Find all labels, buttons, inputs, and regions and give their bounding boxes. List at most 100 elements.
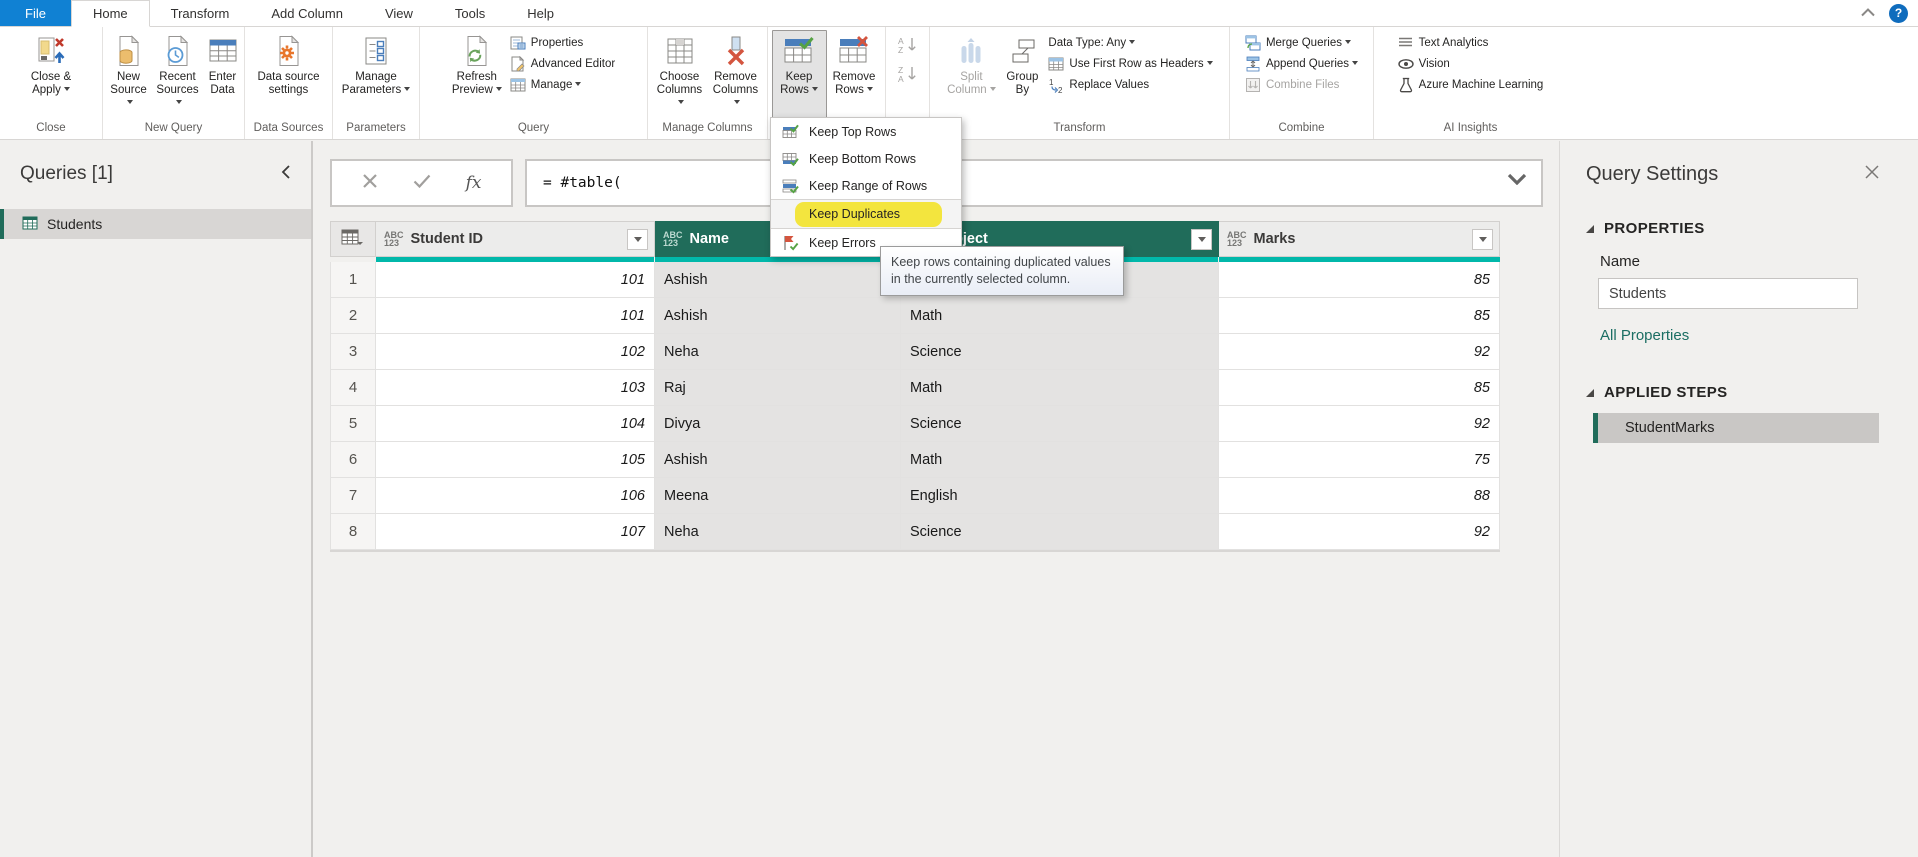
cell-name[interactable]: Ashish	[655, 442, 901, 478]
tab-tools[interactable]: Tools	[434, 0, 506, 26]
query-name-input[interactable]	[1598, 278, 1858, 309]
cell-student-id[interactable]: 102	[376, 334, 655, 370]
cell-subject[interactable]: Science	[901, 406, 1219, 442]
svg-text:Z: Z	[898, 45, 903, 54]
tab-home[interactable]: Home	[71, 0, 150, 27]
replace-values-button[interactable]: 12 Replace Values	[1044, 74, 1216, 95]
cell-name[interactable]: Meena	[655, 478, 901, 514]
menu-item-keep-range-of-rows[interactable]: Keep Range of Rows	[771, 172, 961, 199]
filter-button-marks[interactable]	[1472, 229, 1493, 250]
merge-queries-button[interactable]: Merge Queries	[1241, 32, 1362, 53]
cell-marks[interactable]: 92	[1219, 406, 1500, 442]
row-number[interactable]: 7	[330, 478, 376, 514]
sort-ascending-icon[interactable]: AZ	[897, 36, 919, 59]
cell-subject[interactable]: Math	[901, 298, 1219, 334]
cell-subject[interactable]: English	[901, 478, 1219, 514]
tab-help[interactable]: Help	[506, 0, 575, 26]
cell-student-id[interactable]: 105	[376, 442, 655, 478]
applied-steps-section-header[interactable]: APPLIED STEPS	[1560, 384, 1918, 401]
cell-subject[interactable]: Science	[901, 514, 1219, 550]
tab-add-column[interactable]: Add Column	[250, 0, 364, 26]
row-number[interactable]: 3	[330, 334, 376, 370]
manage-parameters-button[interactable]: Manage Parameters	[337, 30, 415, 118]
cell-marks[interactable]: 85	[1219, 370, 1500, 406]
recent-sources-button[interactable]: Recent Sources	[152, 30, 204, 118]
cell-name[interactable]: Divya	[655, 406, 901, 442]
split-column-button[interactable]: Split Column	[942, 30, 1000, 118]
cell-marks[interactable]: 75	[1219, 442, 1500, 478]
combine-files-button[interactable]: Combine Files	[1241, 74, 1362, 95]
close-panel-icon[interactable]	[1864, 164, 1880, 185]
keep-rows-button[interactable]: Keep Rows	[772, 30, 827, 118]
manage-button[interactable]: Manage	[506, 74, 619, 95]
cell-subject[interactable]: Math	[901, 442, 1219, 478]
choose-columns-button[interactable]: Choose Columns	[652, 30, 708, 118]
filter-button-subject[interactable]	[1191, 229, 1212, 250]
group-by-button[interactable]: Group By	[1000, 30, 1044, 118]
cell-name[interactable]: Ashish	[655, 262, 901, 298]
row-number[interactable]: 8	[330, 514, 376, 550]
cell-marks[interactable]: 85	[1219, 298, 1500, 334]
collapse-ribbon-icon[interactable]	[1861, 4, 1875, 22]
column-header-student-id[interactable]: ABC123 Student ID	[376, 221, 655, 257]
formula-expand-icon[interactable]	[1507, 173, 1527, 189]
cell-marks[interactable]: 92	[1219, 334, 1500, 370]
help-icon[interactable]: ?	[1889, 4, 1908, 23]
applied-step-studentmarks[interactable]: StudentMarks	[1593, 413, 1879, 443]
column-header-marks[interactable]: ABC123 Marks	[1219, 221, 1500, 257]
properties-button[interactable]: Properties	[506, 32, 619, 53]
formula-cancel-icon[interactable]	[362, 173, 378, 194]
remove-columns-button[interactable]: Remove Columns	[708, 30, 764, 118]
row-number[interactable]: 5	[330, 406, 376, 442]
cell-name[interactable]: Neha	[655, 334, 901, 370]
enter-data-button[interactable]: Enter Data	[204, 30, 242, 118]
menu-item-keep-bottom-rows[interactable]: Keep Bottom Rows	[771, 145, 961, 172]
all-properties-link[interactable]: All Properties	[1560, 327, 1918, 344]
sort-descending-icon[interactable]: ZA	[897, 65, 919, 88]
vision-button[interactable]: Vision	[1394, 53, 1548, 74]
table-row: 7106MeenaEnglish88	[330, 478, 1500, 514]
cell-student-id[interactable]: 101	[376, 298, 655, 334]
cell-student-id[interactable]: 101	[376, 262, 655, 298]
formula-commit-icon[interactable]	[413, 174, 431, 193]
azure-ml-button[interactable]: Azure Machine Learning	[1394, 74, 1548, 95]
cell-student-id[interactable]: 107	[376, 514, 655, 550]
refresh-preview-button[interactable]: Refresh Preview	[448, 30, 506, 118]
menu-item-keep-top-rows[interactable]: Keep Top Rows	[771, 118, 961, 145]
tab-transform[interactable]: Transform	[150, 0, 251, 26]
data-source-settings-button[interactable]: Data source settings	[250, 30, 328, 118]
cell-name[interactable]: Ashish	[655, 298, 901, 334]
cell-marks[interactable]: 92	[1219, 514, 1500, 550]
cell-name[interactable]: Raj	[655, 370, 901, 406]
close-apply-button[interactable]: Close & Apply	[29, 30, 73, 118]
new-source-button[interactable]: New Source	[106, 30, 152, 118]
cell-student-id[interactable]: 103	[376, 370, 655, 406]
advanced-editor-button[interactable]: Advanced Editor	[506, 53, 619, 74]
row-number[interactable]: 2	[330, 298, 376, 334]
data-type-button[interactable]: Data Type: Any	[1044, 32, 1216, 53]
cell-student-id[interactable]: 104	[376, 406, 655, 442]
cell-student-id[interactable]: 106	[376, 478, 655, 514]
menu-item-keep-duplicates[interactable]: Keep Duplicates	[771, 199, 961, 229]
cell-subject[interactable]: Math	[901, 370, 1219, 406]
cell-name[interactable]: Neha	[655, 514, 901, 550]
append-queries-button[interactable]: Append Queries	[1241, 53, 1362, 74]
select-all-button[interactable]	[330, 221, 376, 257]
use-first-row-button[interactable]: Use First Row as Headers	[1044, 53, 1216, 74]
collapse-queries-icon[interactable]	[280, 164, 291, 185]
row-number[interactable]: 4	[330, 370, 376, 406]
row-number[interactable]: 6	[330, 442, 376, 478]
cell-marks[interactable]: 85	[1219, 262, 1500, 298]
formula-fx-icon[interactable]: fx	[466, 173, 482, 193]
query-list-item-students[interactable]: Students	[0, 209, 311, 239]
cell-marks[interactable]: 88	[1219, 478, 1500, 514]
row-number[interactable]: 1	[330, 262, 376, 298]
text-analytics-button[interactable]: Text Analytics	[1394, 32, 1548, 53]
cell-subject[interactable]: Science	[901, 334, 1219, 370]
filter-button-student-id[interactable]	[627, 229, 648, 250]
remove-rows-button[interactable]: Remove Rows	[827, 30, 882, 118]
tab-view[interactable]: View	[364, 0, 434, 26]
properties-section-header[interactable]: PROPERTIES	[1560, 220, 1918, 237]
formula-input[interactable]: = #table(	[525, 159, 1543, 207]
tab-file[interactable]: File	[0, 0, 71, 26]
